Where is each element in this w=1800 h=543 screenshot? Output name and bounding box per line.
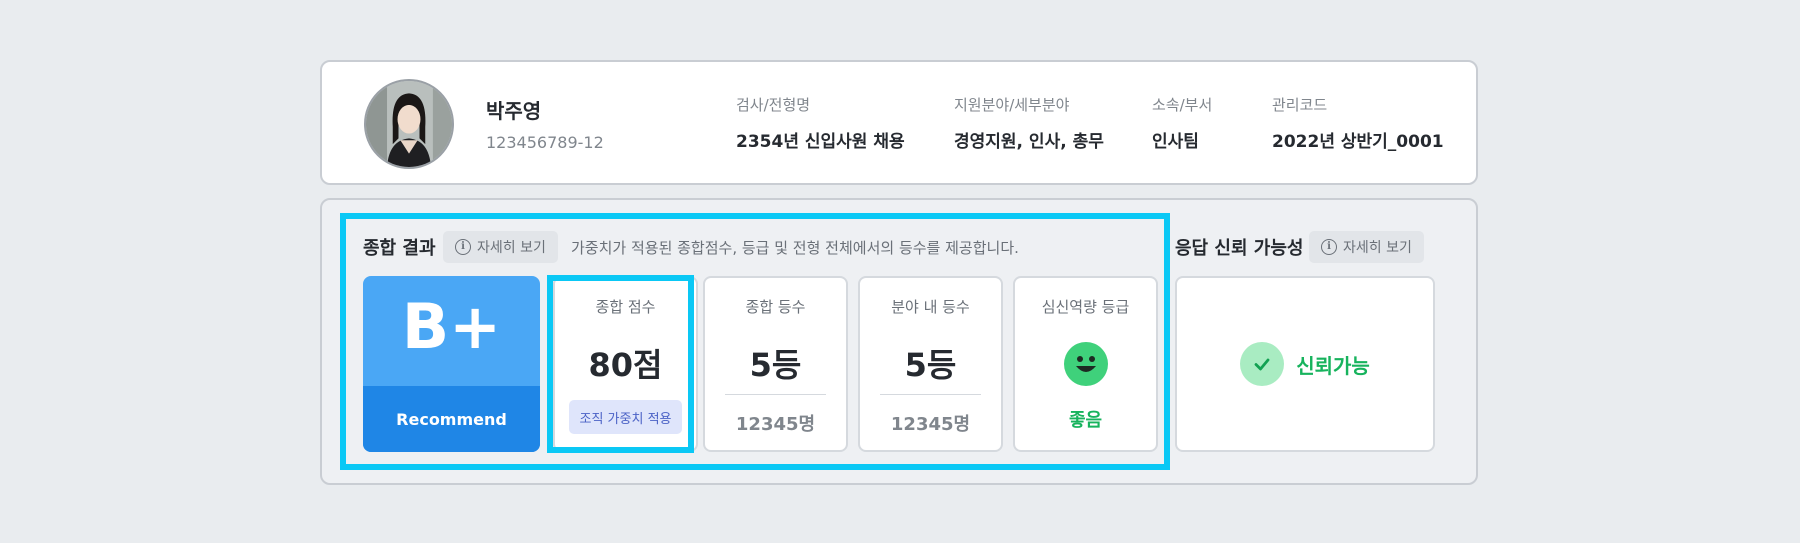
mental-grade-status: 좋음 xyxy=(1068,410,1103,431)
meta-code-value: 2022년 상반기_0001 xyxy=(1272,132,1444,152)
overall-title: 종합 결과 xyxy=(363,238,436,259)
reliability-title: 응답 신뢰 가능성 xyxy=(1175,238,1304,259)
grade-card: B+ Recommend xyxy=(363,276,540,452)
avatar xyxy=(364,79,454,169)
field-rank-total: 12345명 xyxy=(890,414,971,435)
grade-recommend-label: Recommend xyxy=(363,386,540,452)
meta-dept-value: 인사팀 xyxy=(1152,132,1199,152)
score-card: 종합 점수 80점 조직 가중치 적용 xyxy=(553,276,698,452)
check-icon xyxy=(1240,342,1285,386)
mental-grade-label: 심신역량 등급 xyxy=(1041,298,1130,316)
profile-card: 박주영 123456789-12 검사/전형명 2354년 신입사원 채용 지원… xyxy=(320,60,1478,185)
info-icon: i xyxy=(455,239,471,255)
overall-rank-label: 종합 등수 xyxy=(745,298,806,316)
score-label: 종합 점수 xyxy=(595,298,656,316)
meta-field-value: 경영지원, 인사, 총무 xyxy=(954,132,1104,152)
overall-rank-card: 종합 등수 5등 12345명 xyxy=(703,276,848,452)
smile-face-icon xyxy=(1063,342,1108,386)
info-icon: i xyxy=(1321,239,1337,255)
reliability-detail-label: 자세히 보기 xyxy=(1343,240,1412,256)
meta-dept: 소속/부서 인사팀 xyxy=(1152,94,1212,152)
avatar-photo xyxy=(366,81,452,167)
overall-detail-label: 자세히 보기 xyxy=(477,240,546,256)
meta-exam-label: 검사/전형명 xyxy=(736,96,811,114)
grade-letter: B+ xyxy=(401,290,502,363)
reliability-card: 신뢰가능 xyxy=(1175,276,1435,452)
overall-rank-total: 12345명 xyxy=(735,414,816,435)
meta-exam-value: 2354년 신입사원 채용 xyxy=(736,132,905,152)
meta-dept-label: 소속/부서 xyxy=(1152,96,1213,114)
overall-description: 가중치가 적용된 종합점수, 등급 및 전형 전체에서의 등수를 제공합니다. xyxy=(571,239,1019,257)
mental-grade-card: 심신역량 등급 좋음 xyxy=(1013,276,1158,452)
divider xyxy=(725,394,826,395)
meta-field: 지원분야/세부분야 경영지원, 인사, 총무 xyxy=(954,94,1104,152)
meta-exam: 검사/전형명 2354년 신입사원 채용 xyxy=(736,94,905,152)
overall-detail-button[interactable]: i 자세히 보기 xyxy=(443,231,558,263)
reliability-detail-button[interactable]: i 자세히 보기 xyxy=(1309,231,1424,263)
meta-code: 관리코드 2022년 상반기_0001 xyxy=(1272,94,1444,152)
score-value: 80점 xyxy=(588,346,663,384)
overall-rank-value: 5등 xyxy=(749,346,802,384)
field-rank-label: 분야 내 등수 xyxy=(891,298,970,316)
meta-field-label: 지원분야/세부분야 xyxy=(954,96,1070,114)
weight-applied-tag: 조직 가중치 적용 xyxy=(569,400,682,434)
field-rank-card: 분야 내 등수 5등 12345명 xyxy=(858,276,1003,452)
divider xyxy=(880,394,981,395)
person-name: 박주영 xyxy=(486,99,542,123)
reliability-status: 신뢰가능 xyxy=(1296,353,1370,378)
person-id: 123456789-12 xyxy=(486,133,604,152)
meta-code-label: 관리코드 xyxy=(1272,96,1328,114)
field-rank-value: 5등 xyxy=(904,346,957,384)
